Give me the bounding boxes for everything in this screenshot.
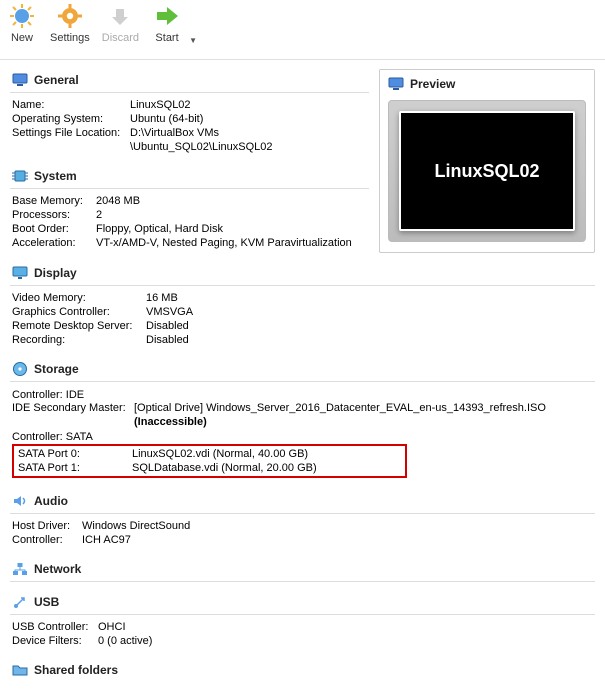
discard-label: Discard	[102, 32, 139, 44]
section-storage-header[interactable]: Storage	[10, 357, 595, 379]
usb-ctrl-k: USB Controller:	[12, 621, 98, 633]
sun-new-icon	[8, 2, 36, 30]
discard-button: Discard	[102, 2, 139, 55]
storage-ctrl-ide: Controller: IDE	[12, 387, 593, 401]
section-preview-header: Preview	[380, 70, 594, 96]
discard-arrow-icon	[106, 2, 134, 30]
display-gctrl-v: VMSVGA	[146, 306, 593, 318]
storage-sata0-k: SATA Port 0:	[18, 448, 132, 460]
section-general-title: General	[34, 73, 79, 87]
display-rec-v: Disabled	[146, 334, 593, 346]
section-shared-title: Shared folders	[34, 663, 118, 677]
storage-inaccessible: (Inaccessible)	[134, 416, 593, 428]
system-accel-k: Acceleration:	[12, 237, 96, 249]
preview-machine-name: LinuxSQL02	[434, 161, 539, 182]
storage-ctrl-sata: Controller: SATA	[12, 429, 593, 443]
disk-icon	[12, 361, 28, 377]
audio-ctrl-v: ICH AC97	[82, 534, 593, 546]
display-gctrl-k: Graphics Controller:	[12, 306, 146, 318]
storage-ide-sec-k: IDE Secondary Master:	[12, 402, 134, 414]
display-vmem-v: 16 MB	[146, 292, 593, 304]
usb-flt-k: Device Filters:	[12, 635, 98, 647]
section-preview-title: Preview	[410, 77, 455, 91]
usb-flt-v: 0 (0 active)	[98, 635, 593, 647]
system-mem-v: 2048 MB	[96, 195, 367, 207]
chip-icon	[12, 168, 28, 184]
content-area: General Name:LinuxSQL02 Operating System…	[0, 60, 605, 690]
general-loc-k: Settings File Location:	[12, 127, 130, 139]
usb-icon	[12, 594, 28, 610]
system-boot-k: Boot Order:	[12, 223, 96, 235]
start-arrow-icon	[153, 2, 181, 30]
section-network-title: Network	[34, 562, 81, 576]
section-network-header[interactable]: Network	[10, 557, 595, 579]
chevron-down-icon[interactable]: ▼	[189, 36, 197, 45]
section-system-title: System	[34, 169, 77, 183]
section-display-title: Display	[34, 266, 77, 280]
system-boot-v: Floppy, Optical, Hard Disk	[96, 223, 367, 235]
audio-host-v: Windows DirectSound	[82, 520, 593, 532]
gear-icon	[56, 2, 84, 30]
folder-icon	[12, 662, 28, 678]
monitor-icon	[12, 72, 28, 88]
toolbar: New Settings Discard Start ▼	[0, 0, 605, 60]
display-vmem-k: Video Memory:	[12, 292, 146, 304]
audio-host-k: Host Driver:	[12, 520, 82, 532]
display-rds-v: Disabled	[146, 320, 593, 332]
display-icon	[12, 265, 28, 281]
audio-ctrl-k: Controller:	[12, 534, 82, 546]
new-button[interactable]: New	[6, 2, 38, 55]
speaker-icon	[12, 493, 28, 509]
settings-label: Settings	[50, 32, 90, 44]
display-rec-k: Recording:	[12, 334, 146, 346]
storage-sata1-k: SATA Port 1:	[18, 462, 132, 474]
preview-thumbnail[interactable]: LinuxSQL02	[388, 100, 586, 242]
usb-ctrl-v: OHCI	[98, 621, 593, 633]
section-storage-title: Storage	[34, 362, 79, 376]
start-label: Start	[155, 32, 178, 44]
sata-highlight: SATA Port 0:LinuxSQL02.vdi (Normal, 40.0…	[12, 444, 407, 478]
system-mem-k: Base Memory:	[12, 195, 96, 207]
system-proc-k: Processors:	[12, 209, 96, 221]
section-system-header[interactable]: System	[10, 164, 369, 186]
system-proc-v: 2	[96, 209, 367, 221]
general-os-k: Operating System:	[12, 113, 130, 125]
new-label: New	[11, 32, 33, 44]
section-usb-title: USB	[34, 595, 59, 609]
section-general-header[interactable]: General	[10, 68, 369, 90]
display-rds-k: Remote Desktop Server:	[12, 320, 146, 332]
general-loc-v1: D:\VirtualBox VMs	[130, 127, 367, 139]
storage-ide-sec-v: [Optical Drive] Windows_Server_2016_Data…	[134, 402, 593, 414]
system-accel-v: VT-x/AMD-V, Nested Paging, KVM Paravirtu…	[96, 237, 367, 249]
settings-button[interactable]: Settings	[50, 2, 90, 55]
section-shared-header[interactable]: Shared folders	[10, 658, 595, 680]
section-audio-header[interactable]: Audio	[10, 489, 595, 511]
start-button[interactable]: Start ▼	[151, 2, 183, 55]
storage-sata0-v: LinuxSQL02.vdi (Normal, 40.00 GB)	[132, 448, 401, 460]
storage-sata1-v: SQLDatabase.vdi (Normal, 20.00 GB)	[132, 462, 401, 474]
preview-pane: Preview LinuxSQL02	[379, 69, 595, 253]
section-usb-header[interactable]: USB	[10, 590, 595, 612]
general-name-v: LinuxSQL02	[130, 99, 367, 111]
general-loc-v2: \Ubuntu_SQL02\LinuxSQL02	[130, 141, 367, 153]
section-display-header[interactable]: Display	[10, 261, 595, 283]
monitor-icon	[388, 76, 404, 92]
general-os-v: Ubuntu (64-bit)	[130, 113, 367, 125]
network-icon	[12, 561, 28, 577]
section-audio-title: Audio	[34, 494, 68, 508]
general-name-k: Name:	[12, 99, 130, 111]
